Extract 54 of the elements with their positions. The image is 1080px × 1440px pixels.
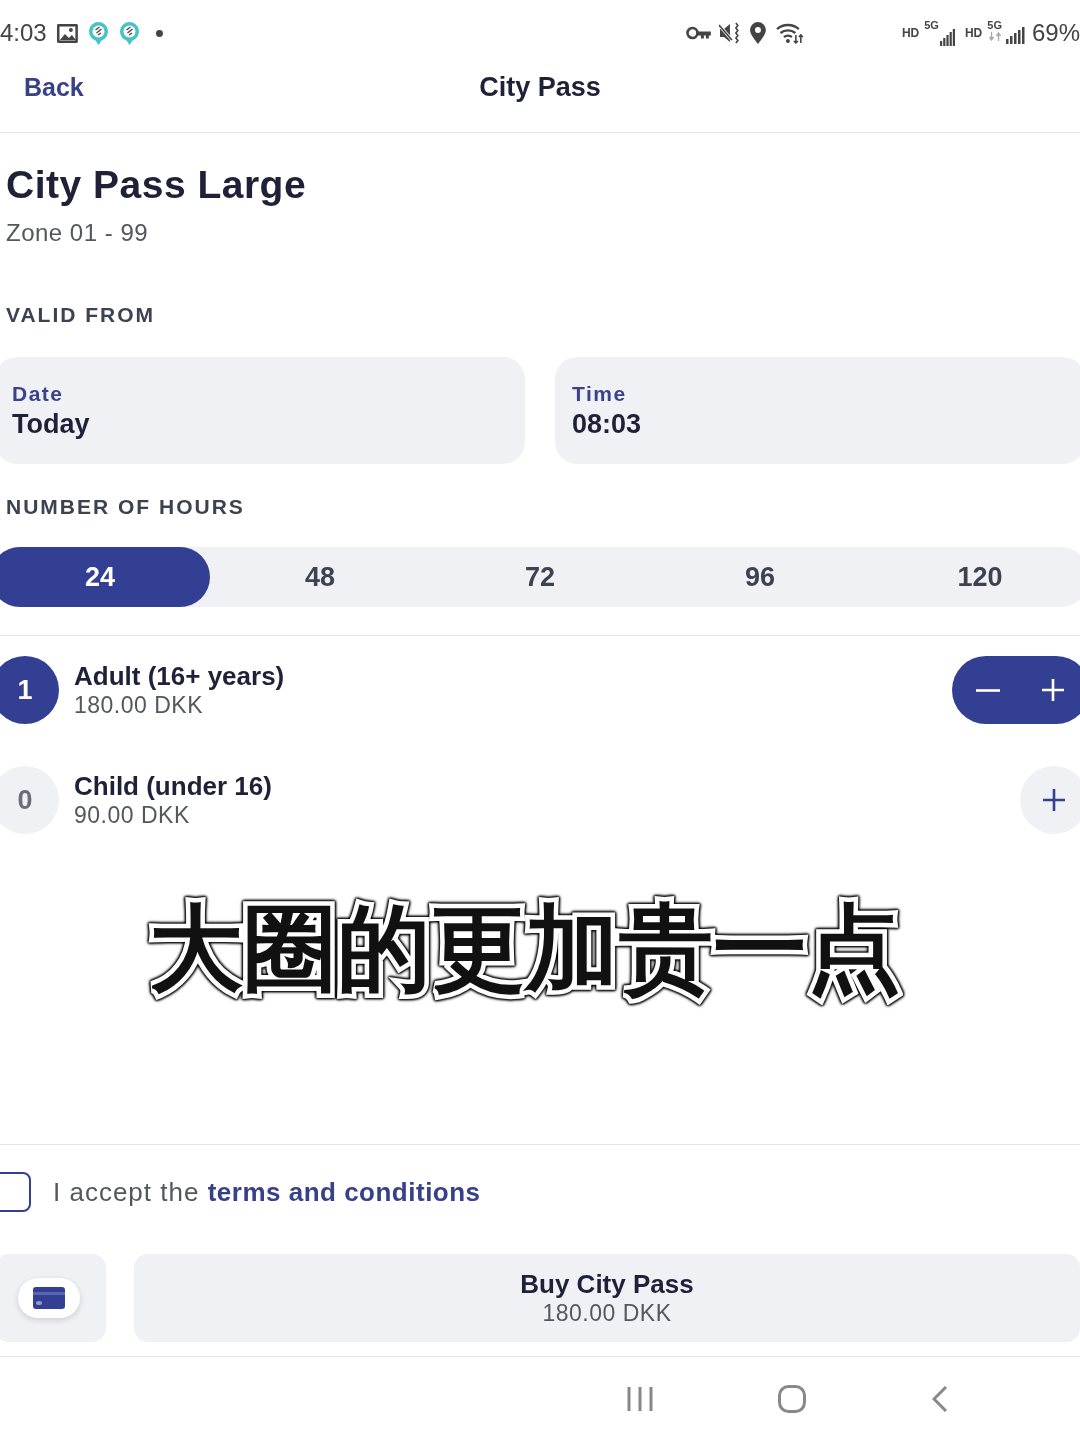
back-link[interactable]: Back: [24, 71, 84, 103]
video-caption: 大圈的更加贵一点: [149, 895, 901, 1003]
key-icon: [685, 26, 712, 40]
map-pin-icon: [87, 20, 109, 46]
location-icon: [750, 22, 767, 44]
network-type-label: 5G: [987, 19, 1002, 31]
map-pin-icon: [118, 20, 140, 46]
field-value: Today: [12, 407, 90, 441]
plus-icon: [1041, 678, 1065, 702]
minus-icon: [976, 688, 1000, 692]
recent-apps-icon[interactable]: [627, 1385, 653, 1412]
home-icon[interactable]: [778, 1384, 806, 1413]
ticket-type: Adult (16+ years): [74, 661, 285, 691]
quantity-count: 0: [0, 766, 59, 834]
status-time: 4:03: [0, 21, 47, 45]
section-heading: VALID FROM: [6, 302, 156, 328]
hours-tab[interactable]: 24: [0, 547, 210, 607]
terms-checkbox[interactable]: [0, 1172, 31, 1212]
ticket-price: 90.00 DKK: [74, 801, 190, 829]
buy-button[interactable]: Buy City Pass 180.00 DKK: [133, 1254, 1080, 1342]
battery-percent: 69%: [1031, 21, 1080, 45]
terms-text: I accept the terms and conditions: [53, 1176, 481, 1209]
hours-tab[interactable]: 72: [430, 547, 650, 607]
field-label: Date: [12, 380, 64, 407]
picker-field[interactable]: Date Today: [0, 357, 525, 464]
mute-vibrate-icon: [719, 22, 742, 44]
plus-icon: [1042, 788, 1066, 812]
credit-card-icon: [33, 1287, 65, 1309]
field-label: Time: [572, 380, 627, 407]
zone-text: Zone 01 - 99: [6, 218, 149, 248]
ticket-type: Child (under 16): [74, 771, 272, 801]
hours-tab[interactable]: 48: [210, 547, 430, 607]
signal-icon: [939, 28, 955, 46]
section-heading: NUMBER OF HOURS: [6, 494, 245, 520]
increase-button[interactable]: [1020, 766, 1080, 834]
back-icon[interactable]: [932, 1385, 948, 1412]
hours-tab[interactable]: 96: [650, 547, 870, 607]
terms-link[interactable]: terms and conditions: [207, 1177, 481, 1207]
hd-label: HD: [964, 25, 983, 42]
product-title: City Pass Large: [6, 163, 307, 207]
hd-label: HD: [901, 25, 920, 42]
page-title: City Pass: [479, 71, 601, 103]
field-value: 08:03: [572, 407, 642, 441]
payment-card-button[interactable]: [18, 1278, 80, 1318]
quantity-count: 1: [0, 656, 59, 724]
image-icon: [56, 23, 78, 43]
ticket-price: 180.00 DKK: [74, 691, 204, 719]
wifi-icon: [776, 22, 804, 44]
picker-field[interactable]: Time 08:03: [555, 357, 1080, 464]
network-type-label: 5G: [924, 19, 939, 31]
data-arrows-icon: [987, 32, 1002, 41]
notification-dot-icon: [155, 29, 163, 37]
hours-tab[interactable]: 120: [870, 547, 1080, 607]
signal-icon: [1005, 26, 1025, 44]
